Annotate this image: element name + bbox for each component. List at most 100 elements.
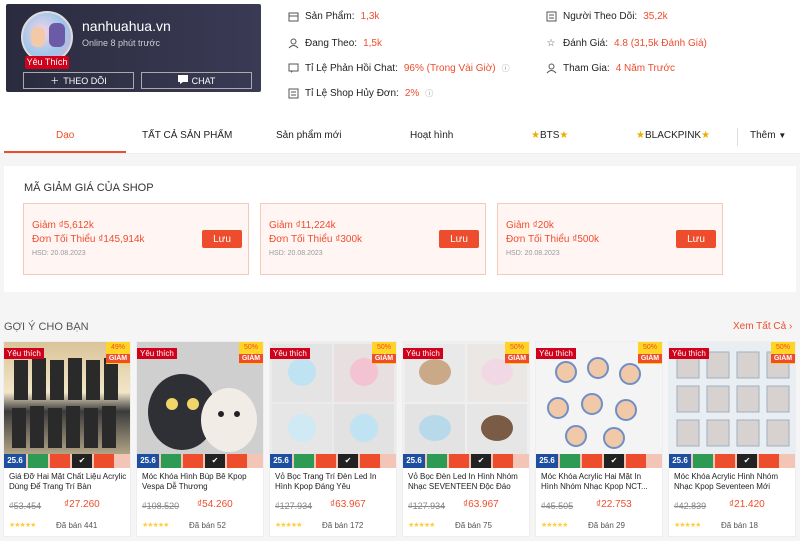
promo-strip: 25.6 ✔: [4, 454, 130, 468]
product-image[interactable]: Yêu thích 50% GIẢM 25.6 ✔: [536, 342, 662, 468]
favorite-badge: Yêu thích: [403, 348, 443, 359]
rating-stars: ★★★★★: [541, 522, 568, 529]
caret-down-icon: ▼: [778, 131, 787, 140]
save-voucher-button[interactable]: Lưu: [439, 230, 479, 248]
chat-bubble-icon: [177, 75, 188, 86]
shop-tabs: Dạo TẤT CẢ SẢN PHẨM Sản phẩm mới Hoạt hì…: [0, 120, 800, 154]
discount-badge: 50% GIẢM: [638, 342, 662, 364]
product-card[interactable]: Yêu thích 50% GIẢM 25.6 ✔ Móc Khóa Acrylic…: [535, 341, 663, 537]
plus-icon: ＋: [50, 76, 60, 86]
tab-all-products[interactable]: TẤT CẢ SẢN PHẨM: [142, 130, 232, 141]
stat-cancel-rate: Tỉ Lệ Shop Hủy Đơn: 2% ⓘ: [287, 87, 433, 99]
discount-badge: 50% GIẢM: [505, 342, 529, 364]
stat-rating: ☆ Đánh Giá: 4.8 (31,5k Đánh Giá): [546, 37, 707, 49]
voucher-expiry: HSD: 20.08.2023: [506, 250, 560, 257]
sold-count: Đã bán 441: [56, 521, 98, 530]
check-icon: ✔: [205, 454, 225, 468]
tab-blackpink[interactable]: ★BLACKPINK★: [636, 130, 710, 141]
product-image[interactable]: Yêu thích 50% GIẢM 25.6 ✔: [403, 342, 529, 468]
check-icon: ✔: [604, 454, 624, 468]
product-card[interactable]: Yêu thích 50% GIẢM 25.6 ✔ Móc Khóa Acrylic…: [668, 341, 796, 537]
sold-count: Đã bán 172: [322, 521, 364, 530]
product-name[interactable]: Vỏ Bọc Đèn Led In Hình Nhóm Nhạc SEVENTE…: [408, 472, 526, 494]
original-price: ₫42.839: [674, 501, 707, 511]
rating-stars: ★★★★★: [674, 522, 701, 529]
tab-explore[interactable]: Dạo: [56, 130, 74, 141]
star-icon: ★: [701, 130, 711, 141]
product-name[interactable]: Móc Khóa Acrylic Hình Nhóm Nhạc Kpop Sev…: [674, 472, 792, 494]
user-icon: [287, 37, 299, 49]
star-icon: ★: [636, 130, 645, 141]
chat-icon: [287, 62, 299, 74]
sale-price: ₫63.967: [463, 499, 499, 510]
product-name[interactable]: Giá Đỡ Hai Mặt Chất Liệu Acrylic Dùng Để…: [9, 472, 127, 494]
sold-count: Đã bán 75: [455, 521, 492, 530]
product-image[interactable]: Yêu thích 50% GIẢM 25.6 ✔: [137, 342, 263, 468]
see-all-link[interactable]: Xem Tất Cả ›: [733, 321, 792, 332]
check-icon: ✔: [338, 454, 358, 468]
product-card[interactable]: Yêu thích 50% GIẢM 25.6 ✔ Vỏ Bọc Đèn Led I…: [402, 341, 530, 537]
tab-more[interactable]: Thêm ▼: [750, 130, 786, 141]
voucher-amount: Giảm ₫20k: [506, 220, 554, 231]
rating-stars: ★★★★★: [408, 522, 435, 529]
product-image[interactable]: Yêu thích 50% GIẢM 25.6 ✔: [270, 342, 396, 468]
follow-button[interactable]: ＋ THEO DÕI: [23, 72, 134, 89]
favorite-badge: Yêu thích: [669, 348, 709, 359]
original-price: ₫53.454: [9, 501, 42, 511]
product-card[interactable]: Yêu thích 49% GIẢM 25.6 ✔ Giá Đỡ Hai Mặt C…: [3, 341, 131, 537]
voucher-card: Giảm ₫5,612k Đơn Tối Thiểu ₫145,914k HSD…: [23, 203, 249, 275]
original-price: ₫45.505: [541, 501, 574, 511]
check-icon: ✔: [72, 454, 92, 468]
product-card[interactable]: Yêu thích 50% GIẢM 25.6 ✔ Vỏ Bọc Trang Trí…: [269, 341, 397, 537]
favorite-badge: Yêu thích: [536, 348, 576, 359]
star-icon: ☆: [546, 37, 556, 49]
voucher-min-order: Đơn Tối Thiểu ₫145,914k: [32, 234, 145, 245]
sale-price: ₫22.753: [596, 499, 632, 510]
original-price: ₫108.520: [142, 501, 180, 511]
stat-following: Đang Theo: 1,5k: [287, 37, 382, 49]
tab-animation[interactable]: Hoạt hình: [410, 130, 453, 141]
sale-price: ₫54.260: [197, 499, 233, 510]
voucher-card: Giảm ₫20k Đơn Tối Thiểu ₫500k HSD: 20.08…: [497, 203, 723, 275]
save-voucher-button[interactable]: Lưu: [202, 230, 242, 248]
stat-joined: Tham Gia: 4 Năm Trước: [545, 62, 675, 74]
product-name[interactable]: Móc Khóa Hình Búp Bê Kpop Vespa Dễ Thươn…: [142, 472, 260, 494]
shop-name[interactable]: nanhuahua.vn: [82, 18, 171, 34]
stat-products: Sản Phẩm: 1,3k: [287, 10, 379, 22]
product-image[interactable]: Yêu thích 49% GIẢM 25.6 ✔: [4, 342, 130, 468]
chat-button[interactable]: CHAT: [141, 72, 252, 89]
sold-count: Đã bán 29: [588, 521, 625, 530]
promo-strip: 25.6 ✔: [403, 454, 529, 468]
promo-strip: 25.6 ✔: [270, 454, 396, 468]
save-voucher-button[interactable]: Lưu: [676, 230, 716, 248]
favorite-badge: Yêu thích: [4, 348, 44, 359]
product-card[interactable]: Yêu thích 50% GIẢM 25.6 ✔ Móc Khóa Hình Bú…: [136, 341, 264, 537]
promo-strip: 25.6 ✔: [669, 454, 795, 468]
star-icon: ★: [531, 130, 540, 141]
chat-label: CHAT: [191, 75, 216, 86]
stat-chat-rate: Tỉ Lệ Phản Hồi Chat: 96% (Trong Vài Giờ)…: [287, 62, 510, 74]
voucher-expiry: HSD: 20.08.2023: [32, 250, 86, 257]
suggest-title: GỢI Ý CHO BẠN: [4, 321, 89, 333]
shop-online-status: Online 8 phút trước: [82, 38, 160, 48]
sale-price: ₫21.420: [729, 499, 765, 510]
product-name[interactable]: Móc Khóa Acrylic Hai Mặt In Hình Nhóm Nh…: [541, 472, 659, 494]
voucher-min-order: Đơn Tối Thiểu ₫500k: [506, 234, 600, 245]
promo-strip: 25.6 ✔: [536, 454, 662, 468]
tab-new-products[interactable]: Sản phẩm mới: [276, 130, 341, 141]
chevron-right-icon: ›: [788, 321, 793, 332]
product-image[interactable]: Yêu thích 50% GIẢM 25.6 ✔: [669, 342, 795, 468]
tab-bts[interactable]: ★BTS★: [531, 130, 568, 141]
favorite-badge: Yêu Thích: [25, 56, 69, 69]
check-icon: ✔: [471, 454, 491, 468]
users-icon: [545, 10, 557, 22]
info-icon[interactable]: ⓘ: [502, 63, 510, 74]
promo-strip: 25.6 ✔: [137, 454, 263, 468]
favorite-badge: Yêu thích: [270, 348, 310, 359]
voucher-card: Giảm ₫11,224k Đơn Tối Thiểu ₫300k HSD: 2…: [260, 203, 486, 275]
check-icon: ✔: [737, 454, 757, 468]
active-tab-indicator: [4, 151, 126, 153]
info-icon[interactable]: ⓘ: [425, 88, 433, 99]
product-name[interactable]: Vỏ Bọc Trang Trí Đèn Led In Hình Kpop Đá…: [275, 472, 393, 494]
user-plus-icon: [545, 62, 557, 74]
